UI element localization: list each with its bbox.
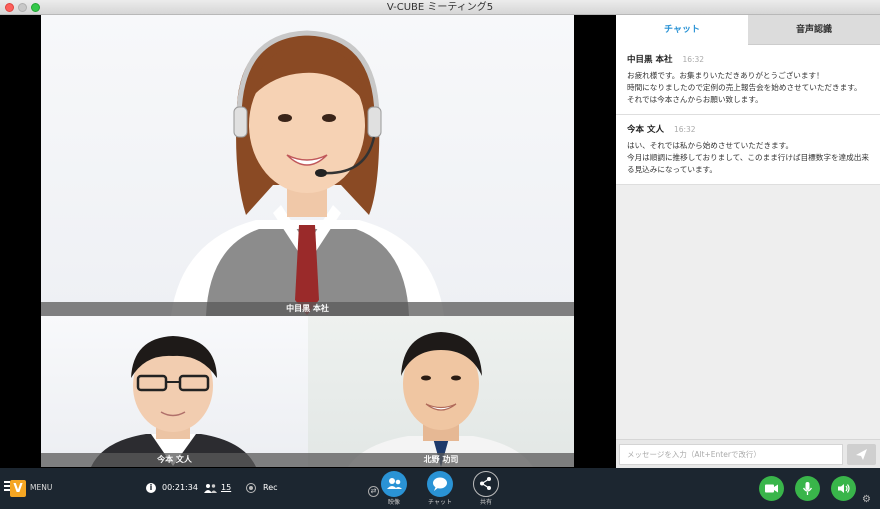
participant-video-main — [171, 30, 444, 316]
video-tile-bottom-left[interactable]: 今本 文人 — [41, 316, 308, 467]
share-button[interactable] — [473, 471, 499, 497]
send-icon — [856, 449, 867, 460]
video-area: 中目黒 本社 今本 文人 北野 功司 — [0, 15, 616, 468]
record-label[interactable]: Rec — [263, 482, 278, 494]
message-time: 16:32 — [682, 55, 705, 64]
chat-message-list: 中目黒 本社 16:32 お疲れ様です。お集まりいただきありがとうございます！ … — [616, 45, 880, 185]
camera-toggle-button[interactable] — [759, 476, 784, 501]
message-body: お疲れ様です。お集まりいただきありがとうございます！ 時間になりましたので定例の… — [627, 71, 862, 104]
chat-message: 今本 文人 16:32 はい、それでは私から始めさせていただきます。 今月は順調… — [616, 115, 880, 185]
title-bar: V-CUBE ミーティング5 — [0, 0, 880, 15]
video-tile-bottom-right[interactable]: 北野 功司 — [308, 316, 574, 467]
info-icon[interactable]: i — [146, 483, 156, 493]
app-logo[interactable]: V — [10, 480, 26, 497]
microphone-icon — [802, 482, 813, 495]
meeting-timer: 00:21:34 — [162, 483, 198, 492]
panel-tabs: チャット 音声認識 — [616, 15, 880, 45]
speaker-icon — [838, 484, 850, 493]
participant-video-bottom-right — [348, 332, 533, 467]
video-participants-icon — [387, 478, 402, 489]
video-button-label: 映像 — [387, 499, 400, 506]
chat-message: 中目黒 本社 16:32 お疲れ様です。お集まりいただきありがとうございます！ … — [616, 45, 880, 115]
chat-button[interactable] — [427, 471, 453, 497]
settings-gear-icon[interactable]: ⚙ — [862, 494, 873, 505]
video-tile-main[interactable]: 中目黒 本社 — [41, 15, 574, 316]
app-window: V-CUBE ミーティング5 中目黒 本社 今本 文人 北野 功司 チャット 音… — [0, 0, 880, 509]
side-panel: チャット 音声認識 中目黒 本社 16:32 お疲れ様です。お集まりいただきあり… — [616, 15, 880, 468]
participant-count[interactable]: 15 — [221, 482, 231, 494]
share-button-label: 共有 — [479, 499, 492, 506]
chat-input-row: メッセージを入力（Alt+Enterで改行） — [616, 439, 880, 468]
video-button[interactable] — [381, 471, 407, 497]
chat-bubble-icon — [433, 477, 447, 491]
chat-message-input[interactable]: メッセージを入力（Alt+Enterで改行） — [619, 444, 843, 465]
chat-button-label: チャット — [428, 499, 452, 506]
record-icon[interactable] — [246, 483, 256, 493]
participant-video-bottom-left — [91, 336, 256, 467]
participant-name-bottom-left: 今本 文人 — [41, 453, 308, 467]
message-sender: 中目黒 本社 — [627, 55, 673, 65]
camera-icon — [765, 484, 778, 493]
message-time: 16:32 — [673, 125, 696, 134]
participant-name-bottom-right: 北野 功司 — [308, 453, 574, 467]
bottom-toolbar: V MENU i 00:21:34 15 Rec ⇄ 映像 チャット 共有 ⚙ — [0, 468, 880, 509]
tab-chat[interactable]: チャット — [616, 15, 748, 45]
speaker-toggle-button[interactable] — [831, 476, 856, 501]
participants-icon — [204, 484, 217, 493]
participant-name-main: 中目黒 本社 — [41, 302, 574, 316]
share-icon — [480, 477, 491, 490]
message-sender: 今本 文人 — [627, 125, 664, 135]
tab-speech-recognition[interactable]: 音声認識 — [748, 15, 880, 45]
message-body: はい、それでは私から始めさせていただきます。 今月は順調に推移しておりまして、こ… — [627, 141, 869, 174]
microphone-toggle-button[interactable] — [795, 476, 820, 501]
window-title: V-CUBE ミーティング5 — [386, 2, 494, 13]
menu-label[interactable]: MENU — [30, 482, 52, 494]
send-button[interactable] — [847, 444, 876, 465]
swap-layout-icon[interactable]: ⇄ — [368, 486, 379, 497]
